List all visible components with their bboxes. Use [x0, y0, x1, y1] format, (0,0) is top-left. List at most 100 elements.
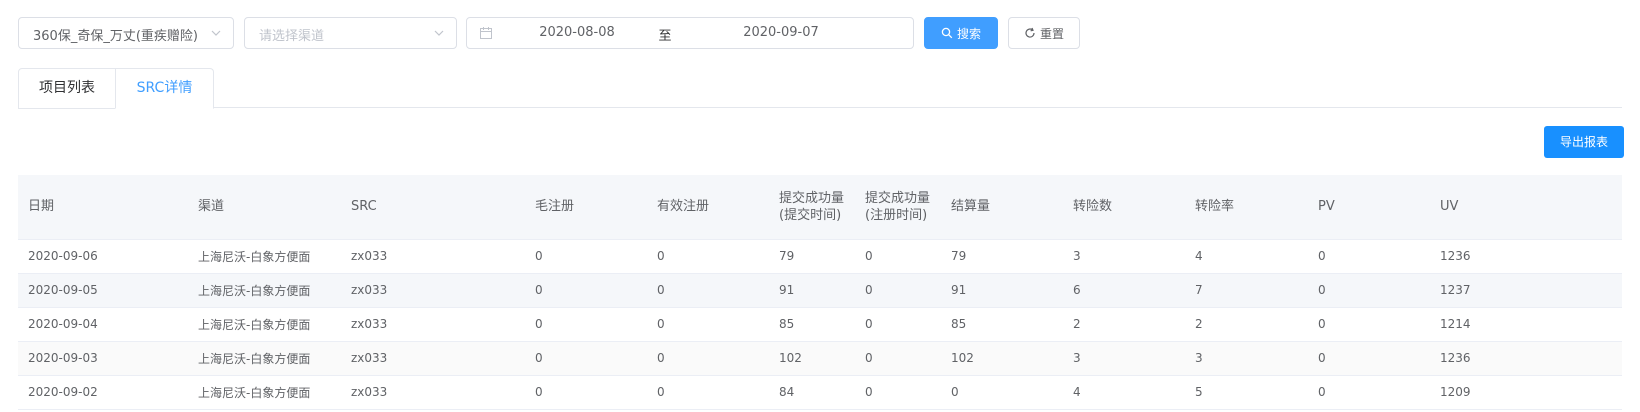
table-cell: 2: [1185, 307, 1308, 342]
column-header: 转险数: [1063, 175, 1185, 240]
table-cell: 0: [1308, 239, 1430, 274]
table-cell: 3: [1185, 341, 1308, 376]
table-cell: 0: [525, 307, 647, 342]
column-header: UV: [1430, 175, 1622, 240]
table-cell: 0: [1308, 341, 1430, 376]
chevron-down-icon: [211, 30, 221, 36]
table-cell: zx033: [341, 273, 525, 308]
channel-select[interactable]: 请选择渠道: [244, 17, 457, 49]
table-cell: 4: [1185, 239, 1308, 274]
table-cell: 0: [855, 341, 941, 376]
column-header: 结算量: [941, 175, 1063, 240]
table-cell: zx033: [341, 307, 525, 342]
search-icon: [941, 27, 953, 39]
table-cell: zx033: [341, 375, 525, 410]
table-cell: 3: [1063, 341, 1185, 376]
table-cell: 91: [941, 273, 1063, 308]
tab-bar: 项目列表 SRC详情: [18, 68, 1622, 109]
table-cell: 102: [769, 341, 855, 376]
column-header-label: 毛注册: [535, 199, 575, 215]
column-header-label: (提交时间): [779, 207, 842, 223]
table-cell: 0: [1308, 307, 1430, 342]
table-cell: 1237: [1430, 273, 1622, 308]
product-select-value: 360保_奇保_万丈(重疾赠险): [33, 29, 198, 44]
table-cell: 上海尼沃-白象方便面: [188, 375, 341, 410]
table-row[interactable]: 2020-09-02 上海尼沃-白象方便面 zx033 0 0 84 0 0 4 5 0 1209: [18, 375, 1622, 410]
table-cell: 0: [1308, 375, 1430, 410]
table-cell: 3: [1063, 239, 1185, 274]
column-header: 转险率: [1185, 175, 1308, 240]
table-cell: 0: [647, 375, 769, 410]
column-header: 有效注册: [647, 175, 769, 240]
column-header-label: 转险数: [1073, 199, 1113, 215]
table-cell: 0: [855, 307, 941, 342]
search-button[interactable]: 搜索: [924, 17, 998, 49]
table-cell: 上海尼沃-白象方便面: [188, 341, 341, 376]
column-header: 日期: [18, 175, 188, 240]
column-header-label: 提交成功量: [779, 190, 845, 206]
column-header-label: SRC: [351, 199, 377, 215]
column-header-label: 渠道: [198, 199, 225, 215]
channel-select-placeholder: 请选择渠道: [259, 29, 325, 44]
reset-button[interactable]: 重置: [1008, 17, 1080, 49]
table-cell: 85: [941, 307, 1063, 342]
table-cell: zx033: [341, 239, 525, 274]
table-cell: 1214: [1430, 307, 1622, 342]
table-cell: 2: [1063, 307, 1185, 342]
table-cell: 0: [525, 375, 647, 410]
column-header-label: UV: [1440, 199, 1459, 215]
table-cell: 1236: [1430, 239, 1622, 274]
column-header: 毛注册: [525, 175, 647, 240]
table-row[interactable]: 2020-09-06 上海尼沃-白象方便面 zx033 0 0 79 0 79 3 4 0 1236: [18, 239, 1622, 274]
table-cell: 84: [769, 375, 855, 410]
table-cell: 7: [1185, 273, 1308, 308]
tab-src-details[interactable]: SRC详情: [115, 68, 214, 109]
table-cell: 上海尼沃-白象方便面: [188, 239, 341, 274]
table-cell: 2020-09-02: [18, 375, 188, 410]
table-cell: 2020-09-05: [18, 273, 188, 308]
column-header: SRC: [341, 175, 525, 240]
table-row[interactable]: 2020-09-04 上海尼沃-白象方便面 zx033 0 0 85 0 85 2 2 0 1214: [18, 307, 1622, 342]
table-cell: 1209: [1430, 375, 1622, 410]
column-header: 提交成功量 (注册时间): [855, 175, 941, 240]
table-row[interactable]: 2020-09-05 上海尼沃-白象方便面 zx033 0 0 91 0 91 6 7 0 1237: [18, 273, 1622, 308]
column-header: PV: [1308, 175, 1430, 240]
table-row[interactable]: 2020-09-03 上海尼沃-白象方便面 zx033 0 0 102 0 102 3 3 0 123…: [18, 341, 1622, 376]
table-cell: 85: [769, 307, 855, 342]
table-cell: 2020-09-03: [18, 341, 188, 376]
table-cell: 79: [941, 239, 1063, 274]
table-cell: 0: [525, 273, 647, 308]
column-header: 提交成功量 (提交时间): [769, 175, 855, 240]
table-cell: 2020-09-04: [18, 307, 188, 342]
table-cell: 79: [769, 239, 855, 274]
table-cell: 0: [855, 239, 941, 274]
date-end[interactable]: 2020-09-07: [657, 25, 905, 40]
export-report-button[interactable]: 导出报表: [1544, 126, 1624, 158]
table-cell: 0: [1308, 273, 1430, 308]
column-header-label: 转险率: [1195, 199, 1235, 215]
table-cell: 上海尼沃-白象方便面: [188, 273, 341, 308]
column-header-label: 提交成功量: [865, 190, 931, 206]
table-cell: 5: [1185, 375, 1308, 410]
date-range-picker[interactable]: 2020-08-08 至 2020-09-07: [466, 17, 914, 49]
table-cell: 0: [647, 341, 769, 376]
table-cell: 1236: [1430, 341, 1622, 376]
table-cell: 0: [647, 273, 769, 308]
table-cell: 0: [855, 375, 941, 410]
table-body: 2020-09-06 上海尼沃-白象方便面 zx033 0 0 79 0 79 3 4 0 1236 2…: [18, 239, 1622, 410]
reset-button-label: 重置: [1039, 26, 1064, 41]
table-cell: 0: [855, 273, 941, 308]
search-button-label: 搜索: [956, 26, 981, 41]
tab-project-list[interactable]: 项目列表: [18, 68, 116, 109]
table-cell: 2020-09-06: [18, 239, 188, 274]
date-start[interactable]: 2020-08-08: [467, 25, 687, 40]
table-cell: 0: [647, 239, 769, 274]
table-cell: 6: [1063, 273, 1185, 308]
table-cell: 102: [941, 341, 1063, 376]
chevron-down-icon: [434, 30, 444, 36]
product-select[interactable]: 360保_奇保_万丈(重疾赠险): [18, 17, 234, 49]
data-table: 日期 渠道 SRC 毛注册 有效注册 提交成功量 (提交时间) 提交成功量 (注册时间) 结算量转…: [18, 175, 1622, 410]
column-header-label: (注册时间): [865, 207, 928, 223]
refresh-icon: [1025, 27, 1035, 38]
column-header-label: 结算量: [951, 199, 991, 215]
